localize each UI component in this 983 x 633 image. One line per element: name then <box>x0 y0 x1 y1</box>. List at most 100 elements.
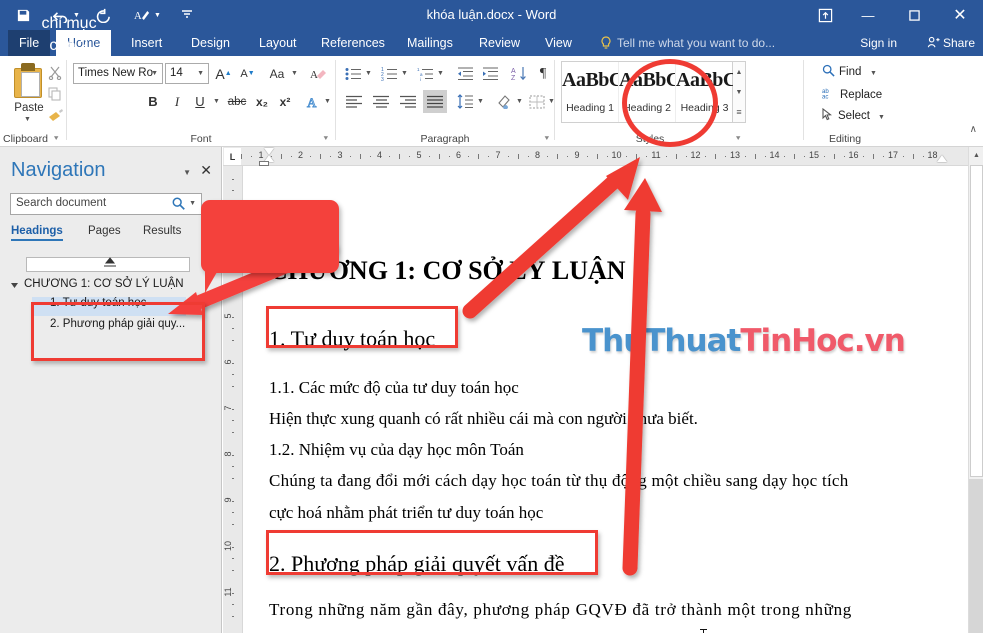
collapse-ribbon-icon[interactable]: ∧ <box>970 124 977 135</box>
sort-icon[interactable]: AZ <box>508 63 530 84</box>
styles-more-icon[interactable]: ≡ <box>733 102 745 122</box>
vruler-tick <box>232 374 234 375</box>
nav-tab-results[interactable]: Results <box>143 225 181 237</box>
collapse-all-icon[interactable] <box>103 257 117 271</box>
vertical-scrollbar[interactable]: ▲ <box>968 147 983 633</box>
shading-icon[interactable] <box>493 91 515 112</box>
navigation-options-icon[interactable]: ▼ <box>183 168 191 177</box>
styles-gallery-scrollbar[interactable]: ▲ ▼ ≡ <box>733 61 746 123</box>
line-spacing-icon[interactable] <box>454 91 476 112</box>
style-heading-1[interactable]: AaBbC Heading 1 <box>562 62 619 122</box>
format-painter-icon[interactable] <box>48 108 64 125</box>
bullets-dropdown-icon[interactable]: ▼ <box>365 70 372 77</box>
scroll-up-icon[interactable]: ▲ <box>969 147 983 163</box>
doc-body-1[interactable]: Hiện thực xung quanh có rất nhiều cái mà… <box>269 409 698 429</box>
window-controls[interactable]: — ✕ <box>805 0 983 30</box>
line-spacing-dropdown-icon[interactable]: ▼ <box>477 98 484 105</box>
nav-heading-chapter-1[interactable]: CHƯƠNG 1: CƠ SỞ LÝ LUẬN <box>24 278 184 290</box>
find-dropdown-icon[interactable]: ▼ <box>870 70 877 77</box>
paste-icon[interactable] <box>12 62 46 100</box>
change-case-icon[interactable]: Aa <box>265 63 289 84</box>
strikethrough-icon[interactable]: abc <box>225 91 249 112</box>
horizontal-ruler-track[interactable]: 1 2 3 4 5 6 7 8 9 10 11 12 13 14 15 16 17 18 <box>231 147 968 166</box>
ribbon-display-options-icon[interactable] <box>805 0 845 30</box>
justify-icon[interactable] <box>423 90 447 113</box>
underline-dropdown-icon[interactable]: ▼ <box>213 98 220 105</box>
right-indent-marker[interactable] <box>937 155 947 162</box>
tab-design[interactable]: Design <box>180 30 241 56</box>
styles-scroll-up-icon[interactable]: ▲ <box>733 62 745 82</box>
doc-body-3a[interactable]: Trong những năm gần đây, phương pháp GQV… <box>269 600 852 620</box>
nav-tab-headings[interactable]: Headings <box>11 225 63 241</box>
clipboard-dialog-launcher[interactable]: ⯆ <box>53 134 59 144</box>
styles-scroll-down-icon[interactable]: ▼ <box>733 82 745 102</box>
text-effects-icon[interactable]: A <box>303 91 323 112</box>
font-size-input[interactable]: 14 ▼ <box>165 63 209 84</box>
font-dialog-launcher[interactable]: ⯆ <box>323 134 329 144</box>
align-center-icon[interactable] <box>369 91 393 112</box>
font-name-dropdown-icon[interactable]: ▼ <box>151 64 158 84</box>
nav-tab-pages[interactable]: Pages <box>88 225 121 237</box>
tab-layout[interactable]: Layout <box>248 30 308 56</box>
subscript-icon[interactable]: x₂ <box>252 91 272 112</box>
increase-indent-icon[interactable] <box>479 63 501 84</box>
tab-stop-selector-icon[interactable]: L <box>224 148 241 165</box>
scrollbar-track-lower[interactable] <box>969 479 983 633</box>
change-case-dropdown-icon[interactable]: ▼ <box>291 70 298 77</box>
heading-expander-icon[interactable] <box>11 282 19 292</box>
doc-body-2a[interactable]: Chúng ta đang đổi mới cách dạy học toán … <box>269 471 848 491</box>
borders-icon[interactable] <box>526 91 548 112</box>
select-dropdown-icon[interactable]: ▼ <box>878 114 885 121</box>
navigation-close-icon[interactable]: ✕ <box>200 162 212 179</box>
horizontal-ruler[interactable]: L 1 2 3 4 5 6 7 8 9 10 11 12 13 14 15 16 17 18 <box>223 147 968 166</box>
italic-icon[interactable]: I <box>167 91 187 112</box>
first-line-indent-marker[interactable] <box>264 148 274 155</box>
replace-button[interactable]: ab ac Replace <box>822 86 882 103</box>
close-button[interactable]: ✕ <box>937 0 983 30</box>
sign-in-button[interactable]: Sign in <box>860 30 897 56</box>
superscript-icon[interactable]: x² <box>275 91 295 112</box>
doc-subheading-2[interactable]: 1.2. Nhiệm vụ của dạy học môn Toán <box>269 440 524 460</box>
align-left-icon[interactable] <box>342 91 366 112</box>
search-icon[interactable] <box>172 197 185 213</box>
tab-references[interactable]: References <box>310 30 396 56</box>
doc-subheading-1[interactable]: 1.1. Các mức độ của tư duy toán học <box>269 378 519 398</box>
decrease-indent-icon[interactable] <box>454 63 476 84</box>
select-button[interactable]: Select <box>822 107 870 124</box>
collapse-all-bar[interactable] <box>26 257 190 272</box>
paste-button-label[interactable]: Paste <box>4 102 54 114</box>
clear-formatting-icon[interactable]: A <box>307 63 329 84</box>
shading-dropdown-icon[interactable]: ▼ <box>516 98 523 105</box>
find-button[interactable]: Find <box>822 64 861 80</box>
tab-review[interactable]: Review <box>468 30 531 56</box>
maximize-button[interactable] <box>891 0 937 30</box>
tab-view[interactable]: View <box>534 30 583 56</box>
styles-dialog-launcher[interactable]: ⯆ <box>735 134 741 144</box>
cut-icon[interactable] <box>48 66 62 83</box>
tab-mailings[interactable]: Mailings <box>396 30 464 56</box>
multilevel-dropdown-icon[interactable]: ▼ <box>437 70 444 77</box>
tell-me-input[interactable]: Tell me what you want to do... <box>617 30 775 56</box>
paragraph-dialog-launcher[interactable]: ⯆ <box>544 134 550 144</box>
bold-icon[interactable]: B <box>143 91 163 112</box>
font-size-dropdown-icon[interactable]: ▼ <box>197 64 204 84</box>
share-button[interactable]: Share <box>927 30 975 56</box>
underline-icon[interactable]: U <box>190 91 210 112</box>
numbering-dropdown-icon[interactable]: ▼ <box>401 70 408 77</box>
numbering-icon[interactable]: 123 <box>378 63 400 84</box>
bullets-icon[interactable] <box>342 63 364 84</box>
font-name-input[interactable]: Times New Ro ▼ <box>73 63 163 84</box>
align-right-icon[interactable] <box>396 91 420 112</box>
search-input[interactable]: Search document ▼ <box>10 193 202 215</box>
scrollbar-thumb[interactable] <box>970 165 983 477</box>
minimize-button[interactable]: — <box>845 0 891 30</box>
paste-dropdown-icon[interactable]: ▼ <box>24 116 31 123</box>
search-dropdown-icon[interactable]: ▼ <box>189 200 196 207</box>
grow-font-icon[interactable]: A ▲ <box>213 63 234 84</box>
shrink-font-icon[interactable]: A ▼ <box>237 63 258 84</box>
multilevel-list-icon[interactable]: 1ai <box>414 63 436 84</box>
show-formatting-marks-icon[interactable]: ¶ <box>534 63 552 84</box>
doc-body-2b[interactable]: cực hoá nhằm phát triển tư duy toán học <box>269 503 543 523</box>
text-effects-dropdown-icon[interactable]: ▼ <box>324 98 331 105</box>
copy-icon[interactable] <box>48 87 62 104</box>
